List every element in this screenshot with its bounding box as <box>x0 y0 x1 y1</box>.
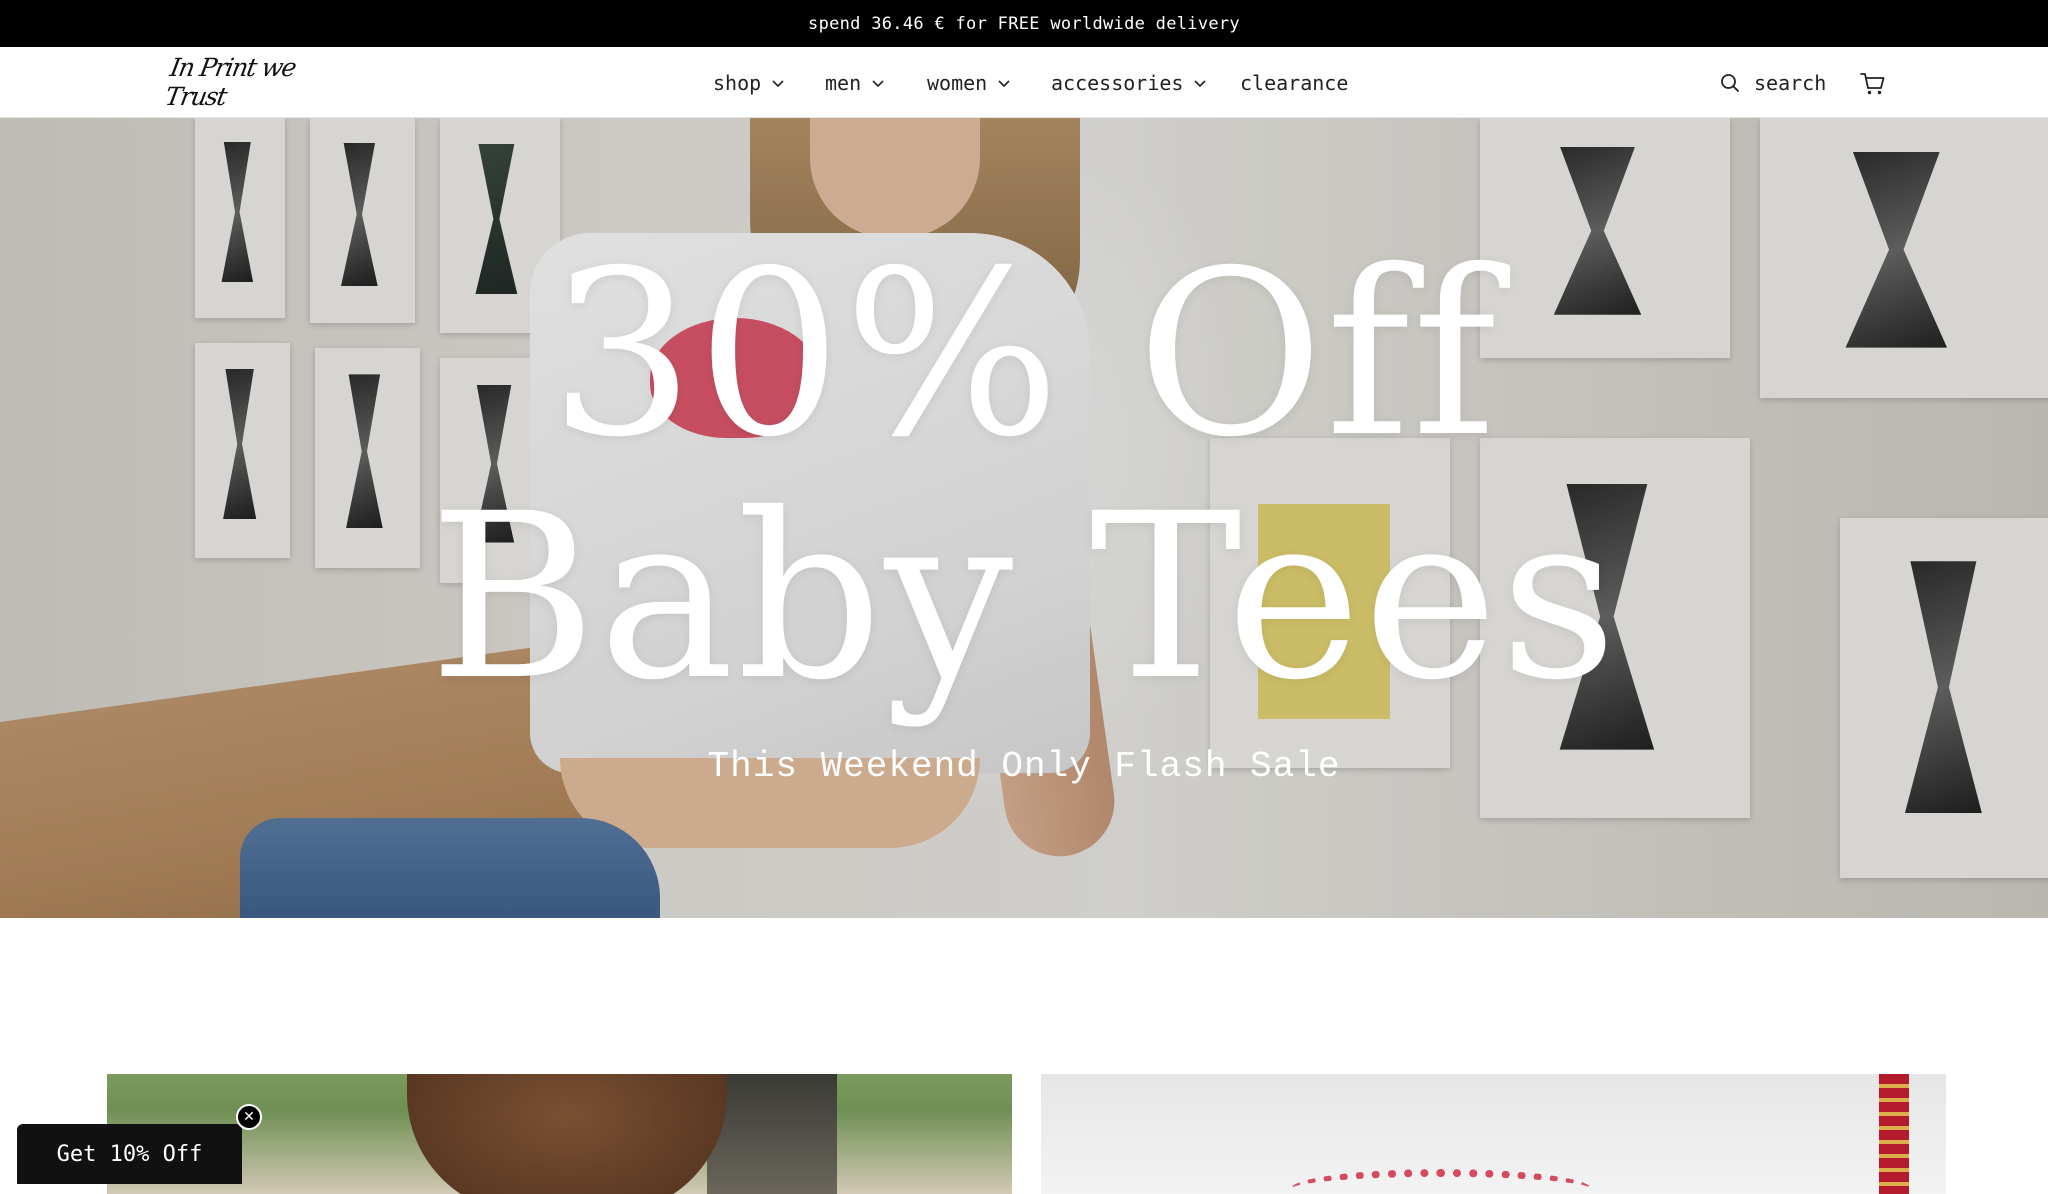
hero-title: 30% Off Baby Tees <box>0 233 2048 719</box>
search-button[interactable]: search <box>1720 69 1826 97</box>
nav-item-label: men <box>825 70 862 95</box>
discount-popup-label: Get 10% Off <box>56 1141 203 1167</box>
collection-card[interactable] <box>107 1074 1012 1194</box>
logo-text: In Print we Trust <box>162 53 298 111</box>
nav-item-men[interactable]: men <box>825 71 885 95</box>
collection-card-image <box>407 1074 727 1194</box>
brand-logo[interactable]: In Print we Trust <box>163 53 333 111</box>
discount-popup-button[interactable]: Get 10% Off <box>17 1124 242 1184</box>
nav-item-label: women <box>927 70 988 95</box>
collection-card[interactable] <box>1041 1074 1946 1194</box>
cart-icon[interactable] <box>1858 69 1886 97</box>
nav-item-label: shop <box>713 70 762 95</box>
nav-item-label: accessories <box>1051 70 1184 95</box>
announcement-bar: spend 36.46 € for FREE worldwide deliver… <box>0 0 2048 47</box>
close-icon[interactable]: ✕ <box>236 1104 262 1130</box>
chevron-down-icon <box>998 79 1010 87</box>
hero-title-line-1: 30% Off <box>549 221 1499 487</box>
hero-banner[interactable]: 30% Off Baby Tees This Weekend Only Flas… <box>0 118 2048 918</box>
search-label: search <box>1754 71 1827 95</box>
hero-title-line-2: Baby Tees <box>429 464 1619 730</box>
chevron-down-icon <box>1194 79 1207 87</box>
nav-item-label: clearance <box>1240 70 1349 95</box>
nav-item-accessories[interactable]: accessories <box>1051 71 1207 95</box>
announcement-text: spend 36.46 € for FREE worldwide deliver… <box>808 13 1240 34</box>
site-header: In Print we Trust shop men women accesso… <box>0 47 2048 118</box>
chevron-down-icon <box>872 79 884 87</box>
chevron-down-icon <box>772 79 784 87</box>
hero-subtitle: This Weekend Only Flash Sale <box>707 746 1341 787</box>
nav-item-women[interactable]: women <box>927 71 1011 95</box>
search-icon <box>1721 74 1739 92</box>
nav-item-clearance[interactable]: clearance <box>1240 71 1348 95</box>
collection-card-image <box>1291 1169 1591 1194</box>
nav-item-shop[interactable]: shop <box>713 71 785 95</box>
